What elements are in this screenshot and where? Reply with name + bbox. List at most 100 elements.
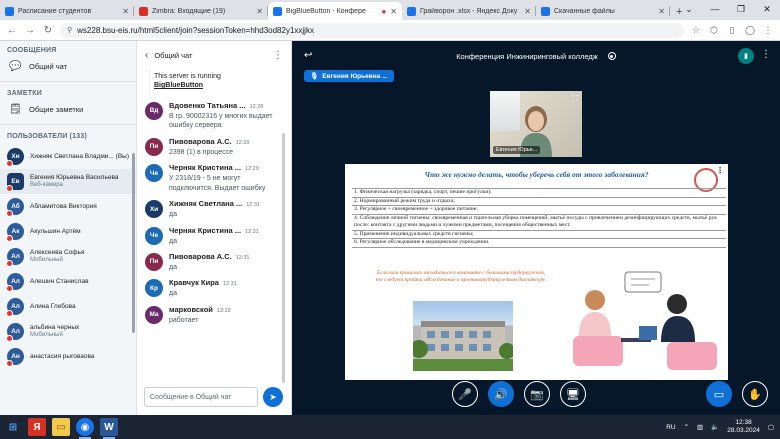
yandex-browser-icon[interactable]: Я bbox=[28, 418, 46, 436]
browser-tab[interactable]: Zimbra: Входящие (19) ✕ bbox=[134, 2, 268, 20]
user-list-scrollbar[interactable] bbox=[132, 153, 135, 333]
notes-icon: 🗒 bbox=[9, 104, 22, 115]
volume-icon[interactable]: 🔈 bbox=[711, 423, 719, 431]
url-text: ws228.bsu-eis.ru/html5client/join?sessio… bbox=[77, 25, 314, 35]
chat-timestamp: 12:31 bbox=[235, 254, 250, 261]
user-list-item[interactable]: Ал Алешин Станислав bbox=[0, 269, 136, 294]
talking-indicator[interactable]: 🎙 Евгения Юрьевна ... bbox=[304, 70, 394, 82]
close-tab-icon[interactable]: ✕ bbox=[658, 7, 665, 16]
chat-sender-name: Черняк Кристина ... bbox=[169, 225, 242, 235]
word-icon[interactable]: W bbox=[100, 418, 118, 439]
avatar: Ма bbox=[145, 305, 163, 324]
chat-message-text: работает bbox=[169, 316, 199, 324]
avatar: Ал bbox=[6, 323, 24, 342]
user-list-item[interactable]: Ак Акульшин Артём bbox=[0, 219, 136, 244]
profile-icon[interactable]: ◯ bbox=[744, 24, 756, 36]
user-name-block: Алина Глебова bbox=[30, 303, 76, 310]
browser-tab[interactable]: Скачанные файлы ✕ bbox=[536, 2, 670, 20]
network-icon[interactable]: ▥ bbox=[697, 423, 703, 431]
chat-message: Че Черняк Кристина ... 12:31 да bbox=[137, 223, 291, 249]
hide-chat-button[interactable]: ‹ bbox=[145, 50, 148, 61]
record-icon[interactable] bbox=[607, 52, 616, 60]
notifications-icon[interactable]: ▢ bbox=[768, 423, 774, 431]
close-tab-icon[interactable]: ✕ bbox=[524, 7, 531, 16]
user-name: Абламитова Виктория bbox=[30, 202, 97, 210]
close-tab-icon[interactable]: ✕ bbox=[256, 7, 263, 16]
user-list-item[interactable]: Ал Алексеева Софья Мобильный bbox=[0, 244, 136, 269]
user-list-item[interactable]: Ев Евгения Юрьевна Васильева Веб-камера bbox=[0, 169, 136, 194]
avatar: Вд bbox=[145, 101, 163, 120]
fullscreen-icon[interactable]: ⛶ bbox=[572, 94, 578, 104]
slide-options-icon[interactable]: ⋮ bbox=[716, 166, 724, 175]
webcam-video[interactable]: ⛶ Евгения Юрье... bbox=[490, 91, 582, 157]
muted-mic-badge-icon bbox=[6, 185, 13, 192]
tray-chevron-icon[interactable]: ⌃ bbox=[684, 423, 689, 431]
chevron-down-icon[interactable]: ⌄ bbox=[676, 0, 702, 18]
users-list: Хи Хижняк Светлана Владми... (Вы) Ев Евгени… bbox=[0, 144, 136, 369]
site-info-icon[interactable]: ⚲ bbox=[67, 26, 72, 34]
raise-hand-button[interactable]: ✋ bbox=[742, 381, 768, 407]
user-list-item[interactable]: Ал альбина черных Мобильный bbox=[0, 319, 136, 344]
user-list-item[interactable]: Ан анастасия рыговаова bbox=[0, 344, 136, 369]
chat-message-header: Пивоварова А.С. 12:31 bbox=[169, 252, 283, 261]
chat-message-body: марковской 12:32 работает bbox=[169, 305, 283, 325]
keyboard-language[interactable]: RU bbox=[666, 424, 675, 431]
muted-mic-badge-icon bbox=[6, 335, 13, 342]
slide-list-item: 4. Соблюдение личной гигиены: своевремен… bbox=[352, 215, 726, 231]
browser-tab[interactable]: Расписание студентов ✕ bbox=[0, 2, 134, 20]
clock-time: 12:38 bbox=[735, 418, 752, 426]
chat-message: Че Черняк Кристина ... 12:29 У 2318/19 - 5 … bbox=[137, 160, 291, 196]
extensions-icon[interactable]: ⬡ bbox=[708, 24, 720, 36]
presentation-toggle-button[interactable]: ▭ bbox=[706, 381, 732, 407]
slide-list-item: 1. Физическая нагрузка (зарядка, спорт, … bbox=[352, 188, 726, 198]
talker-name: Евгения Юрьевна ... bbox=[322, 72, 388, 80]
user-list-item[interactable]: Аб Абламитова Виктория bbox=[0, 194, 136, 219]
user-name: Акульшин Артём bbox=[30, 227, 81, 235]
minimize-button[interactable]: — bbox=[702, 0, 728, 18]
shared-notes-item[interactable]: 🗒 Общие заметки bbox=[0, 97, 136, 122]
share-webcam-button[interactable]: 📷 bbox=[524, 381, 550, 407]
windows-start-icon[interactable]: ⊞ bbox=[4, 418, 22, 436]
chat-message: Хи Хижняк Светлана ... 12:31 да bbox=[137, 196, 291, 222]
leave-audio-button[interactable]: 🔊 bbox=[488, 381, 514, 407]
chat-scrollbar[interactable] bbox=[282, 133, 285, 383]
close-window-button[interactable]: ✕ bbox=[754, 0, 780, 18]
presentation-slide[interactable]: Что же нужно делать, чтобы уберечь себя … bbox=[345, 164, 728, 380]
browser-tab[interactable]: Грайворон .xlsx - Яндекс Доку ✕ bbox=[402, 2, 536, 20]
connection-status-icon[interactable]: ▮ bbox=[738, 48, 754, 64]
sidepanel-icon[interactable]: ▯ bbox=[726, 24, 738, 36]
file-explorer-icon[interactable]: ▭ bbox=[52, 418, 70, 436]
chat-options-icon[interactable]: ⋮ bbox=[273, 50, 283, 61]
user-list-item[interactable]: Хи Хижняк Светлана Владми... (Вы) bbox=[0, 144, 136, 169]
chat-message-input[interactable]: Сообщение в Общий чат bbox=[144, 387, 258, 407]
share-screen-button[interactable]: 🖥 bbox=[560, 381, 586, 407]
bigbluebutton-link[interactable]: BigBlueButton bbox=[154, 81, 279, 90]
chat-sender-name: Пивоварова А.С. bbox=[169, 251, 232, 261]
chat-message-header: марковской 12:32 bbox=[169, 305, 283, 314]
user-list-item[interactable]: Ал Алина Глебова bbox=[0, 294, 136, 319]
user-name-block: альбина черных Мобильный bbox=[30, 324, 79, 338]
mute-microphone-button[interactable]: 🎤 bbox=[452, 381, 478, 407]
maximize-button[interactable]: ❐ bbox=[728, 0, 754, 18]
public-chat-item[interactable]: 💬 Общий чат bbox=[0, 54, 136, 79]
forward-button[interactable]: → bbox=[24, 25, 36, 36]
avatar: Пи bbox=[145, 137, 163, 156]
chat-message-header: Черняк Кристина ... 12:31 bbox=[169, 226, 283, 235]
chat-sender-name: Кравчук Кира bbox=[169, 278, 219, 288]
star-icon[interactable]: ☆ bbox=[690, 24, 702, 36]
options-menu-icon[interactable]: ⋮ bbox=[761, 49, 771, 60]
user-list-toggle-icon[interactable]: ↩ bbox=[304, 50, 312, 61]
close-tab-icon[interactable]: ✕ bbox=[122, 7, 129, 16]
chat-message-text: да bbox=[169, 263, 177, 271]
send-message-button[interactable]: ➤ bbox=[263, 387, 283, 407]
clock[interactable]: 12:38 28.03.2024 bbox=[727, 419, 760, 435]
browser-tab-active[interactable]: BigBlueButton - Конфере ● ✕ bbox=[268, 2, 402, 20]
tab-favicon-icon bbox=[273, 6, 282, 16]
menu-icon[interactable]: ⋮ bbox=[762, 24, 774, 36]
reload-button[interactable]: ↻ bbox=[42, 25, 54, 36]
url-field[interactable]: ⚲ ws228.bsu-eis.ru/html5client/join?sess… bbox=[60, 22, 684, 38]
building-photo bbox=[413, 301, 513, 371]
close-tab-icon[interactable]: ✕ bbox=[390, 7, 397, 16]
chrome-icon[interactable]: ◉ bbox=[76, 418, 94, 439]
back-button[interactable]: ← bbox=[6, 25, 18, 36]
